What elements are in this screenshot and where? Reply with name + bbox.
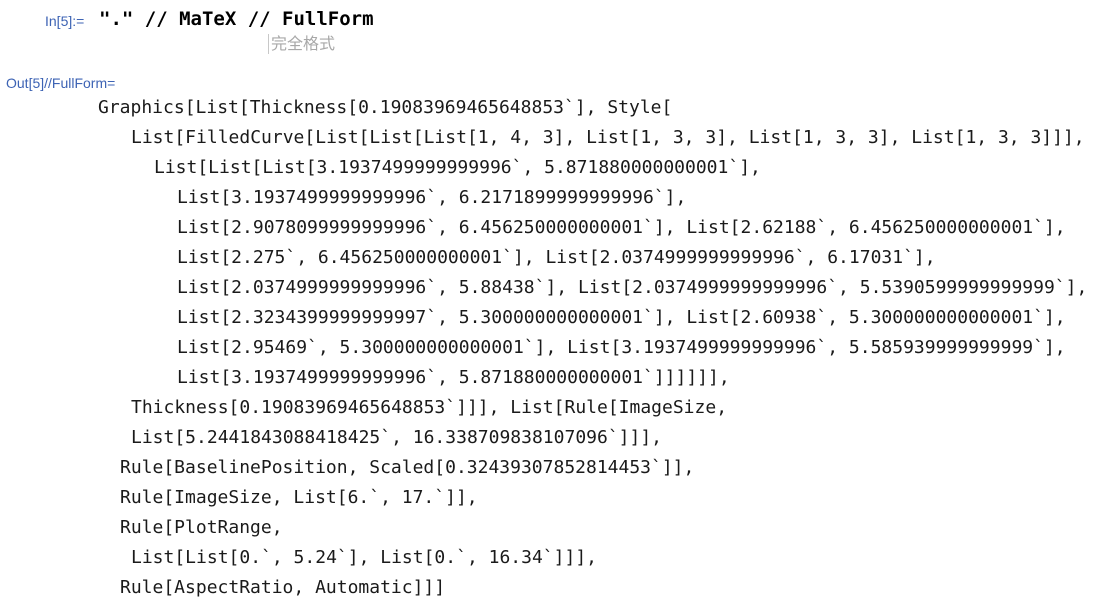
- output-line: List[2.3234399999999997`, 5.300000000000…: [177, 307, 1066, 328]
- output-line: Rule[PlotRange,: [120, 517, 283, 538]
- output-line: List[2.95469`, 5.300000000000001`], List…: [177, 337, 1066, 358]
- output-line: Rule[ImageSize, List[6.`, 17.`]],: [120, 487, 478, 508]
- output-line: Thickness[0.19083969465648853`]]], List[…: [131, 397, 728, 418]
- output-line: List[2.9078099999999996`, 6.456250000000…: [177, 217, 1066, 238]
- output-line: List[List[0.`, 5.24`], List[0.`, 16.34`]…: [131, 547, 597, 568]
- output-line: Rule[AspectRatio, Automatic]]]: [120, 577, 446, 598]
- output-line: List[2.275`, 6.456250000000001`], List[2…: [177, 247, 936, 268]
- output-line: List[3.1937499999999996`, 5.871880000000…: [177, 367, 730, 388]
- output-line: List[5.2441843088418425`, 16.33870983810…: [131, 427, 663, 448]
- output-line: List[3.1937499999999996`, 6.217189999999…: [177, 187, 687, 208]
- output-label: Out[5]//FullForm=: [6, 75, 116, 91]
- output-line: Graphics[List[Thickness[0.19083969465648…: [98, 97, 673, 118]
- output-cell: Out[5]//FullForm= Graphics[List[Thicknes…: [0, 0, 1099, 615]
- output-line: List[FilledCurve[List[List[List[1, 4, 3]…: [131, 127, 1085, 148]
- output-line: Rule[BaselinePosition, Scaled[0.32439307…: [120, 457, 695, 478]
- output-line: List[2.0374999999999996`, 5.88438`], Lis…: [177, 277, 1088, 298]
- output-line: List[List[List[3.1937499999999996`, 5.87…: [154, 157, 761, 178]
